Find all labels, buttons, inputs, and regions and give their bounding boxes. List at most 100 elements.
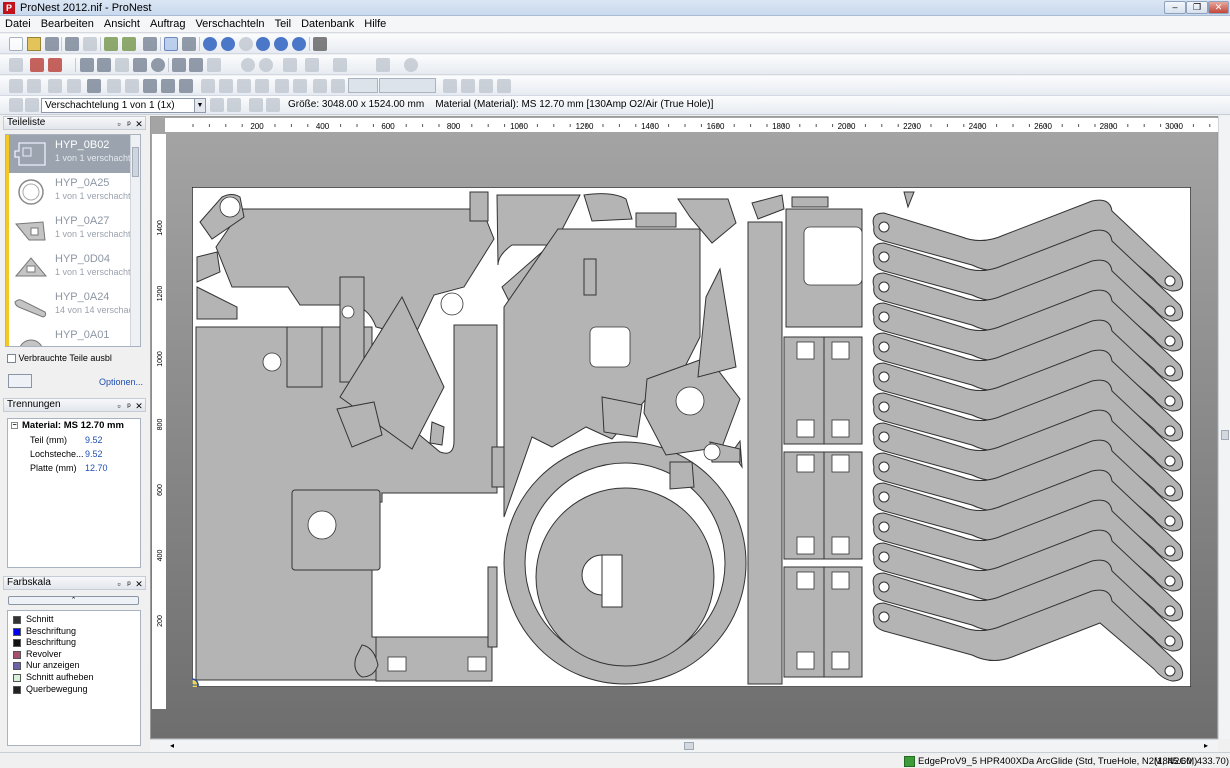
play-icon[interactable]	[241, 58, 255, 72]
skeleton-icon[interactable]	[207, 58, 221, 72]
angle-combo[interactable]	[348, 78, 378, 93]
close-panel-icon[interactable]: ✕	[134, 118, 144, 130]
table-row[interactable]: Lochsteche... 9.52	[8, 447, 140, 461]
mirror-icon[interactable]	[107, 79, 121, 93]
menu-verschachteln[interactable]: Verschachteln	[190, 16, 269, 33]
pin-icon[interactable]: ᵖ	[124, 118, 134, 130]
zoom-out-icon[interactable]	[274, 37, 288, 51]
ungroup-icon[interactable]	[179, 79, 193, 93]
delete-nest-icon[interactable]	[30, 58, 44, 72]
cluster-icon[interactable]	[133, 58, 147, 72]
close-panel-icon[interactable]: ✕	[134, 400, 144, 412]
pan-hand-icon[interactable]	[313, 37, 327, 51]
copy-nest-icon[interactable]	[97, 58, 111, 72]
part-list[interactable]: HYP_0B02 1 von 1 verschachtelt HYP_0A25 …	[5, 134, 141, 347]
vertical-scrollbar[interactable]	[1218, 116, 1230, 739]
tool-f-icon[interactable]	[293, 79, 307, 93]
edit-list-icon[interactable]	[104, 37, 118, 51]
auto-nest-icon[interactable]	[283, 58, 297, 72]
align-icon[interactable]	[48, 79, 62, 93]
cut-order-icon[interactable]	[333, 58, 347, 72]
tool-i-icon[interactable]	[443, 79, 457, 93]
zoom-all-icon[interactable]	[221, 37, 235, 51]
clear-nest-icon[interactable]	[48, 58, 62, 72]
list-item[interactable]: HYP_0A27 1 von 1 verschachtelt	[6, 211, 140, 249]
zoom-window-icon[interactable]	[203, 37, 217, 51]
prev-plate-icon[interactable]	[249, 98, 263, 112]
pin-icon[interactable]: ᵖ	[124, 578, 134, 590]
zoom-extents-icon[interactable]	[292, 37, 306, 51]
next-plate-icon[interactable]	[266, 98, 280, 112]
material-row[interactable]: − Material: MS 12.70 mm	[8, 419, 140, 433]
tool-j-icon[interactable]	[461, 79, 475, 93]
minimize-button[interactable]: ‒	[1164, 1, 1186, 14]
array-icon[interactable]	[115, 58, 129, 72]
close-button[interactable]: ✕	[1208, 1, 1229, 14]
measure-icon[interactable]	[87, 79, 101, 93]
menu-datei[interactable]: Datei	[0, 16, 36, 33]
circle-plate-icon[interactable]	[151, 58, 165, 72]
job-icon[interactable]	[122, 37, 136, 51]
menu-teil[interactable]: Teil	[270, 16, 297, 33]
checklist-icon[interactable]	[143, 37, 157, 51]
remnant-icon[interactable]	[189, 58, 203, 72]
tool-d-icon[interactable]	[255, 79, 269, 93]
redo-icon[interactable]	[27, 79, 41, 93]
prev-nest-icon[interactable]	[25, 98, 39, 112]
options-link[interactable]: Optionen...	[99, 377, 143, 387]
list-item[interactable]: HYP_0D04 1 von 1 verschachtelt	[6, 249, 140, 287]
restore-icon[interactable]: ▫	[114, 578, 124, 590]
nest-plate[interactable]	[192, 187, 1191, 687]
list-item[interactable]: HYP_0A24 14 von 14 verschachtelt	[6, 287, 140, 325]
first-nest-icon[interactable]	[9, 98, 23, 112]
zoom-previous-icon[interactable]	[239, 37, 253, 51]
list-item[interactable]: HYP_0A25 1 von 1 verschachtelt	[6, 173, 140, 211]
row-value[interactable]: 12.70	[85, 461, 108, 475]
tool-a-icon[interactable]	[201, 79, 215, 93]
rect-plate-icon[interactable]	[172, 58, 186, 72]
report-icon[interactable]	[83, 37, 97, 51]
nest-selector[interactable]: Verschachtelung 1 von 1 (1x) ▼	[41, 98, 206, 113]
menu-datenbank[interactable]: Datenbank	[296, 16, 359, 33]
value-combo[interactable]	[379, 78, 436, 93]
lead-icon[interactable]	[376, 58, 390, 72]
nest-canvas[interactable]: 200 400 600 800 1000 1200 1400 1600 1800 2000 2200…	[150, 116, 1219, 739]
part-tool-dropdown[interactable]	[8, 374, 32, 388]
image-view-icon[interactable]	[182, 37, 196, 51]
nest-grid-icon[interactable]	[80, 58, 94, 72]
rotate-icon[interactable]	[125, 79, 139, 93]
row-value[interactable]: 9.52	[85, 447, 103, 461]
menu-bearbeiten[interactable]: Bearbeiten	[36, 16, 99, 33]
pin-icon[interactable]: ᵖ	[124, 400, 134, 412]
horizontal-scrollbar[interactable]: ◂ ▸	[150, 739, 1218, 752]
used-parts-checkbox[interactable]	[7, 354, 16, 364]
transform-icon[interactable]	[143, 79, 157, 93]
restore-icon[interactable]: ▫	[114, 118, 124, 130]
table-row[interactable]: Platte (mm) 12.70	[8, 461, 140, 475]
open-folder-icon[interactable]	[27, 37, 41, 51]
step-icon[interactable]	[259, 58, 273, 72]
menu-ansicht[interactable]: Ansicht	[99, 16, 145, 33]
tool-g-icon[interactable]	[313, 79, 327, 93]
restore-icon[interactable]: ▫	[114, 400, 124, 412]
tool-l-icon[interactable]	[497, 79, 511, 93]
tool-h-icon[interactable]	[331, 79, 345, 93]
menu-hilfe[interactable]: Hilfe	[359, 16, 391, 33]
chevron-down-icon[interactable]: ▼	[194, 99, 205, 112]
undo-icon[interactable]	[9, 79, 23, 93]
tool-k-icon[interactable]	[479, 79, 493, 93]
select-mode-icon[interactable]	[164, 37, 178, 51]
save-icon[interactable]	[45, 37, 59, 51]
close-panel-icon[interactable]: ✕	[134, 578, 144, 590]
stop-icon[interactable]	[404, 58, 418, 72]
row-value[interactable]: 9.52	[85, 433, 103, 447]
next-nest-icon[interactable]	[210, 98, 224, 112]
tool-e-icon[interactable]	[275, 79, 289, 93]
tool-b-icon[interactable]	[219, 79, 233, 93]
tool-c-icon[interactable]	[237, 79, 251, 93]
table-row[interactable]: Teil (mm) 9.52	[8, 433, 140, 447]
new-nest-icon[interactable]	[9, 58, 23, 72]
list-item[interactable]: HYP_0B02 1 von 1 verschachtelt	[6, 135, 140, 173]
list-item[interactable]: HYP_0A01	[6, 325, 140, 346]
print-icon[interactable]	[65, 37, 79, 51]
